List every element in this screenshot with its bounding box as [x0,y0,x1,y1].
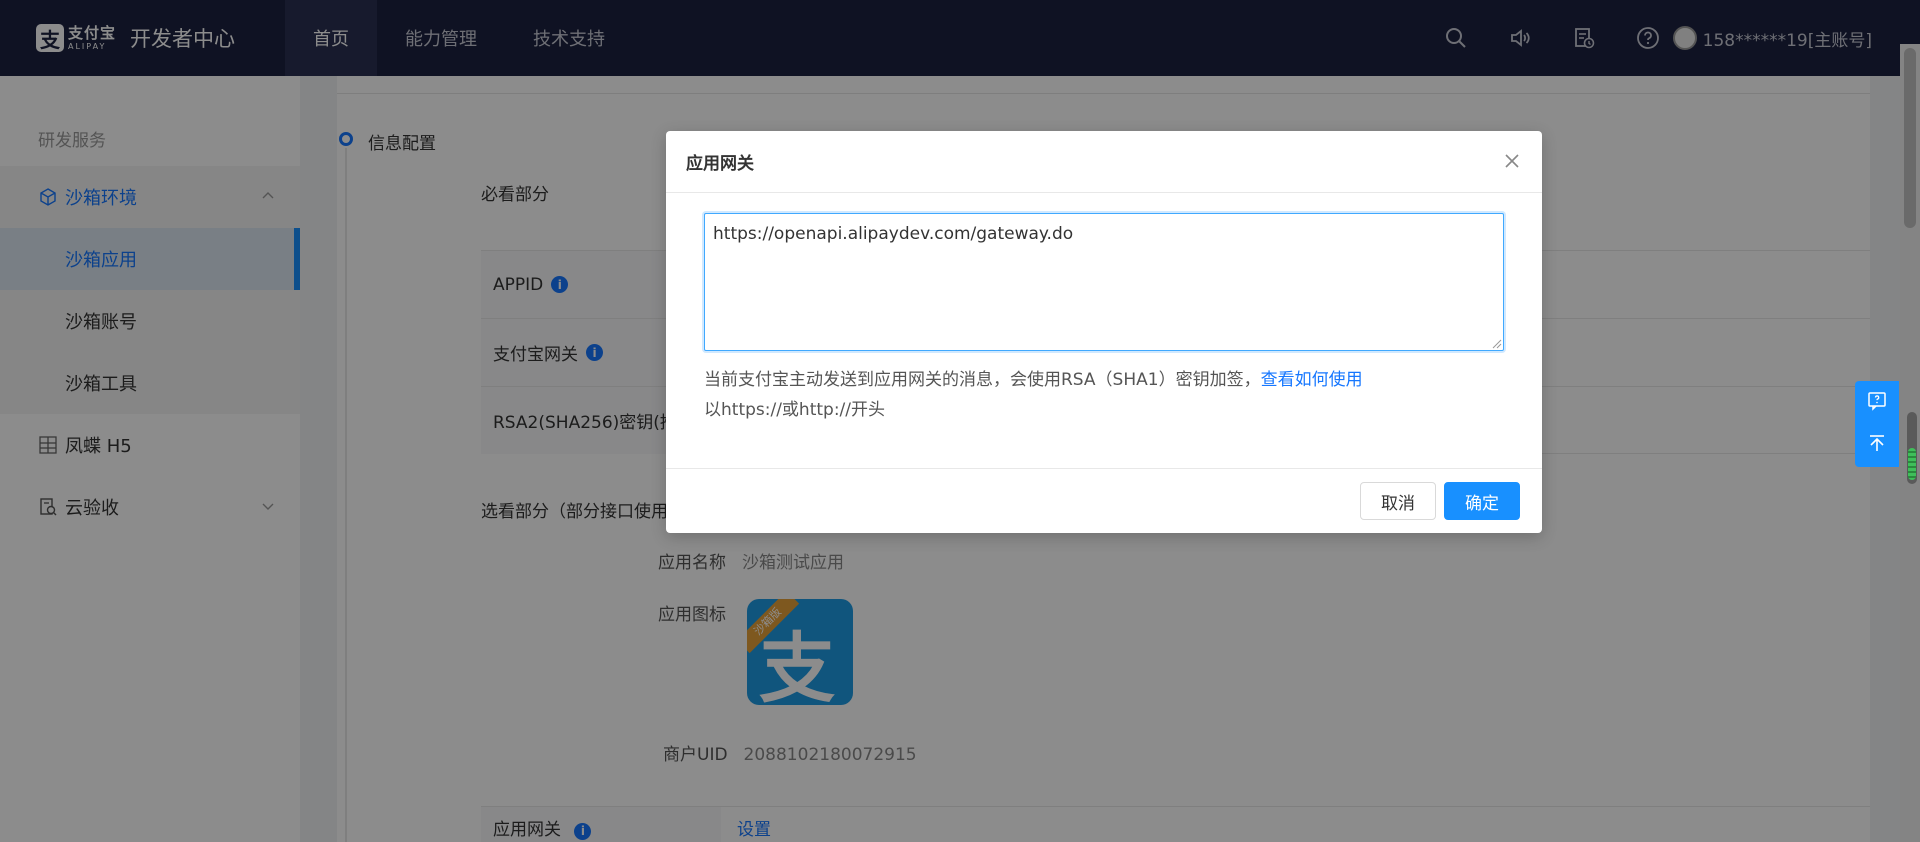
modal-title: 应用网关 [686,154,754,174]
feedback-icon[interactable] [1867,391,1887,411]
confirm-button[interactable]: 确定 [1444,482,1520,520]
resize-handle-icon[interactable] [1492,339,1502,349]
gateway-format-hint: 以https://或http://开头 [704,400,886,420]
app-gateway-modal: 应用网关 当前支付宝主动发送到应用网关的消息，会使用RSA（SHA1）密钥加签，… [666,131,1542,533]
back-to-top-icon[interactable] [1867,433,1887,453]
floating-toolbar [1855,381,1899,467]
side-slider-handle[interactable] [1907,412,1917,484]
close-icon[interactable] [1502,151,1522,171]
hint-text: 当前支付宝主动发送到应用网关的消息，会使用RSA（SHA1）密钥加签， [704,370,1261,390]
gateway-hint: 当前支付宝主动发送到应用网关的消息，会使用RSA（SHA1）密钥加签，查看如何使… [704,365,1363,390]
gateway-url-input[interactable] [704,213,1504,351]
how-to-use-link[interactable]: 查看如何使用 [1261,370,1363,390]
cancel-button[interactable]: 取消 [1360,482,1436,520]
